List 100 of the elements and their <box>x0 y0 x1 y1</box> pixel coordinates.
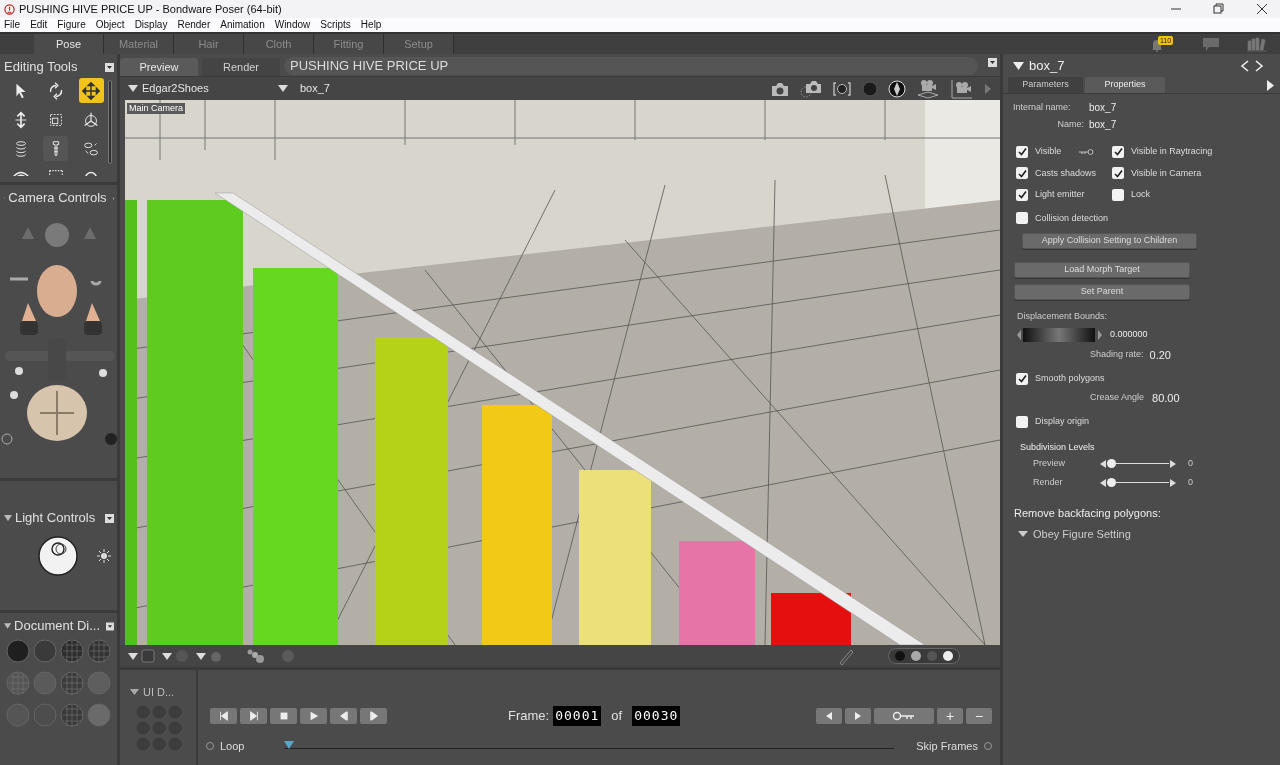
checkbox[interactable] <box>1016 188 1028 201</box>
checkbox[interactable] <box>1016 167 1028 180</box>
menu-item[interactable]: Help <box>360 17 382 32</box>
keyframes-button[interactable] <box>874 708 934 724</box>
field-label: Crease Angle <box>1090 391 1145 404</box>
key-icon[interactable] <box>1078 147 1095 156</box>
transport-button[interactable] <box>300 708 327 724</box>
next-key-button[interactable] <box>845 708 871 724</box>
dot-icon <box>927 651 937 661</box>
menu-item[interactable]: Animation <box>220 17 265 32</box>
spheres-icon[interactable] <box>246 648 266 664</box>
set-parent-button[interactable]: Set Parent <box>1014 284 1190 300</box>
dot-icon <box>895 651 905 661</box>
frame-field[interactable]: 00001 <box>553 706 602 726</box>
checkbox[interactable] <box>1016 372 1028 385</box>
menu-item[interactable]: File <box>4 17 21 32</box>
menu-item[interactable]: Edit <box>30 17 48 32</box>
display-toggle[interactable] <box>888 648 960 664</box>
sun-icon[interactable] <box>97 549 111 563</box>
library-icon[interactable] <box>1246 36 1268 52</box>
display-style-sphere-icon[interactable] <box>6 639 30 663</box>
menu-item[interactable]: Scripts <box>320 17 351 32</box>
document-tab[interactable]: Render <box>202 58 280 76</box>
close-icon[interactable] <box>1256 3 1268 15</box>
camera-axis-icon[interactable] <box>950 78 974 99</box>
previous-key-button[interactable] <box>816 708 842 724</box>
checkbox[interactable] <box>1112 167 1124 180</box>
apply-collision-button[interactable]: Apply Collision Setting to Children <box>1022 233 1197 249</box>
checkbox[interactable] <box>1112 145 1124 158</box>
checkbox[interactable] <box>1016 145 1028 158</box>
left-triangle-icon <box>824 711 834 721</box>
checkbox-label: Smooth polygons <box>1035 372 1105 385</box>
checkbox[interactable] <box>1016 415 1028 428</box>
dropdown-triangle-icon[interactable] <box>196 652 206 660</box>
target-icon[interactable] <box>832 80 852 97</box>
dropdown-triangle-icon <box>1018 530 1028 537</box>
transport-button[interactable] <box>270 708 297 724</box>
add-key-button[interactable]: + <box>937 708 963 724</box>
total-frames-field[interactable]: 00030 <box>632 706 681 726</box>
lit-sphere-icon[interactable] <box>888 79 906 98</box>
menu-item[interactable]: Render <box>177 17 211 32</box>
menu-item[interactable]: Window <box>274 17 311 32</box>
restore-icon[interactable] <box>1212 3 1224 15</box>
dropdown-triangle-icon[interactable] <box>128 652 138 660</box>
camera-on-plane-icon[interactable] <box>916 78 940 99</box>
display-style-sphere-icon[interactable] <box>60 639 84 663</box>
panel-title: UI D... <box>143 685 175 700</box>
dot-icon <box>943 651 953 661</box>
camera-label: Main Camera <box>127 103 186 114</box>
displacement-dial[interactable] <box>1017 327 1103 342</box>
menu-item[interactable]: Object <box>95 17 125 32</box>
actor-dropdown[interactable]: box_7 <box>278 80 330 97</box>
camera-icon[interactable] <box>770 80 790 97</box>
menu-item[interactable]: Figure <box>57 17 86 32</box>
panel-title: Editing Tools <box>4 58 78 77</box>
light-sphere-icon[interactable] <box>37 535 79 577</box>
properties-tab[interactable]: Properties <box>1085 77 1165 93</box>
room-tab[interactable]: Pose <box>34 34 104 54</box>
scrollbar[interactable] <box>108 80 112 164</box>
figure-dropdown[interactable]: Edgar2Shoes <box>128 80 278 97</box>
menu-item[interactable]: Display <box>134 17 168 32</box>
field-label: Preview <box>1033 456 1066 470</box>
transport-button[interactable] <box>240 708 267 724</box>
scroll-right-icon[interactable] <box>1267 80 1274 91</box>
dropdown-triangle-icon <box>128 85 138 92</box>
app-logo-icon <box>4 3 15 15</box>
pencil-icon[interactable] <box>838 647 854 665</box>
checkbox[interactable] <box>1016 212 1028 225</box>
tool-button[interactable] <box>78 78 104 103</box>
document-title: PUSHING HIVE PRICE UP <box>290 57 449 76</box>
tool-button[interactable] <box>43 136 69 161</box>
camera-icon[interactable] <box>800 79 822 98</box>
navigate-arrows-icon[interactable] <box>1240 60 1264 72</box>
checkmark-icon <box>1113 168 1123 178</box>
backfacing-dropdown[interactable]: Obey Figure Setting <box>1018 525 1280 542</box>
document-tab[interactable]: Preview <box>120 58 198 76</box>
timeline-track[interactable] <box>284 741 895 751</box>
right-triangle-icon <box>853 711 863 721</box>
dot-icon <box>911 651 921 661</box>
camera-controls-drawing[interactable] <box>1 223 117 445</box>
checkbox[interactable] <box>1112 188 1124 201</box>
panel-title: Light Controls <box>15 509 96 528</box>
field-value: 0.20 <box>1149 347 1171 363</box>
step-back-icon <box>337 710 350 722</box>
remove-key-button[interactable]: − <box>966 708 992 724</box>
of-label: of <box>611 707 623 726</box>
load-morph-target-button[interactable]: Load Morph Target <box>1014 262 1190 278</box>
panel-title: Camera Controls <box>8 189 107 208</box>
properties-tab[interactable]: Parameters <box>1008 77 1083 93</box>
checkbox-label: Visible in Camera <box>1131 166 1202 180</box>
field-label: Shading rate: <box>1090 348 1144 361</box>
checkmark-icon <box>1113 147 1123 157</box>
transport-button[interactable] <box>360 708 387 724</box>
field-value: 0.000000 <box>1110 327 1148 341</box>
dropdown-triangle-icon <box>278 85 288 92</box>
checkbox-label: Display origin <box>1035 415 1090 428</box>
loop-label: Loop <box>220 738 245 754</box>
dropdown-triangle-icon[interactable] <box>162 652 172 660</box>
transport-button[interactable] <box>210 708 237 724</box>
transport-button[interactable] <box>330 708 357 724</box>
